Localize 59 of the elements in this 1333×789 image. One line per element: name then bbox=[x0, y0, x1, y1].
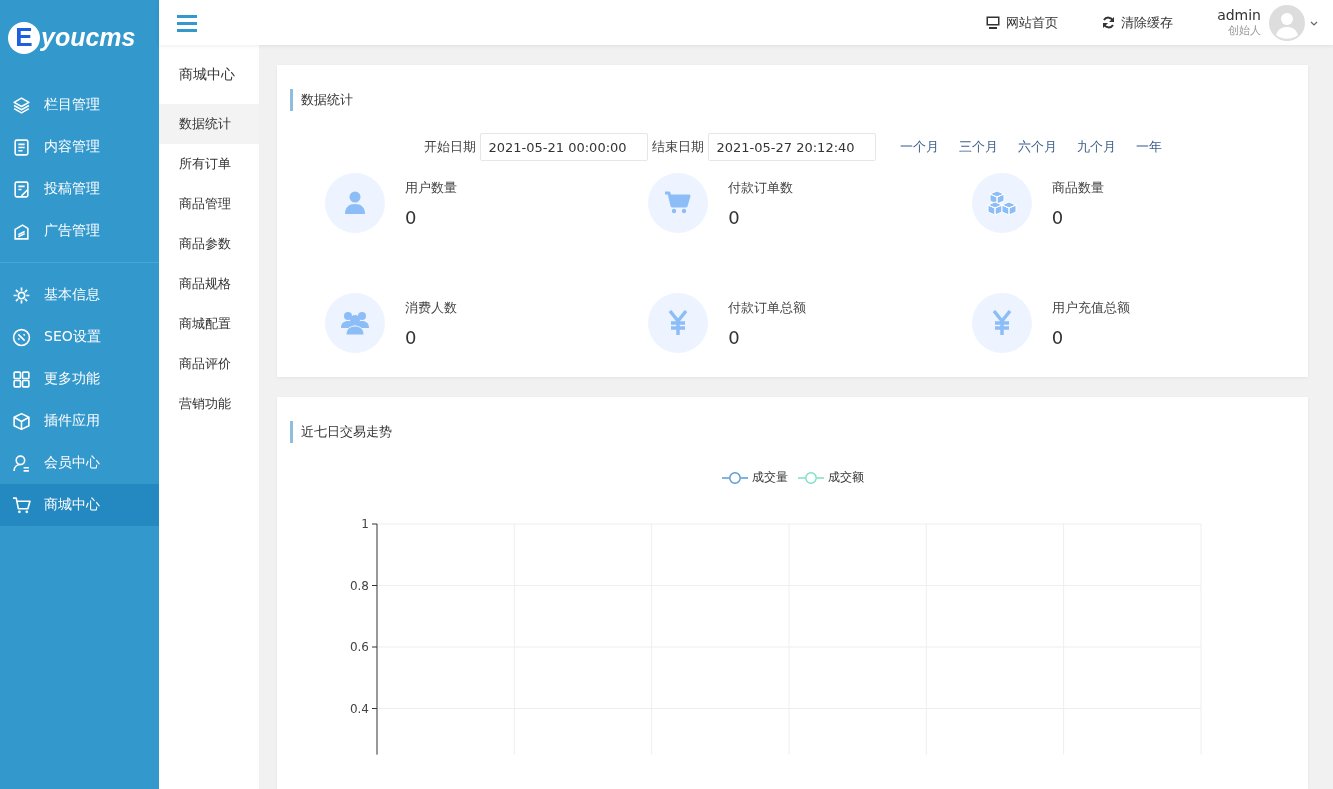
range-link[interactable]: 一个月 bbox=[899, 138, 939, 156]
stat-value: 0 bbox=[1051, 327, 1065, 348]
legend-label[interactable]: 成交额 bbox=[827, 469, 864, 486]
user-icon bbox=[12, 453, 31, 473]
card-title: 近七日交易走势 bbox=[290, 421, 1295, 443]
sidebar-item[interactable]: 商城中心 bbox=[0, 484, 159, 526]
grid-icon bbox=[12, 369, 31, 389]
logo-text: youcms bbox=[41, 23, 136, 52]
axis-tick-label: 0.8 bbox=[349, 578, 369, 593]
stat-value: 0 bbox=[405, 207, 418, 228]
submenu-item[interactable]: 商品参数 bbox=[159, 224, 259, 264]
card-title: 数据统计 bbox=[290, 89, 1295, 111]
axis-tick-label: 1 bbox=[361, 517, 369, 531]
stat-label: 消费人数 bbox=[405, 299, 457, 317]
cube-icon bbox=[12, 411, 31, 431]
user-name: admin bbox=[1217, 7, 1261, 23]
field-label: 开始日期 bbox=[423, 138, 476, 156]
submenu-item[interactable]: 数据统计 bbox=[159, 104, 259, 144]
submenu-item[interactable]: 商品评价 bbox=[159, 344, 259, 384]
end-date-field[interactable]: 2021-05-27 20:12:40 bbox=[707, 133, 876, 161]
stat-value: 0 bbox=[1051, 207, 1065, 228]
document-icon bbox=[12, 137, 31, 157]
stat-label: 付款订单总额 bbox=[728, 299, 807, 317]
range-link[interactable]: 一年 bbox=[1135, 138, 1162, 156]
clear-cache-link[interactable]: 清除缓存 bbox=[1102, 13, 1174, 32]
submenu-item[interactable]: 营销功能 bbox=[159, 384, 259, 424]
stat-label: 付款订单数 bbox=[728, 179, 794, 197]
cart-icon bbox=[12, 495, 31, 515]
submenu-title: 商城中心 bbox=[178, 65, 236, 84]
submenu-item[interactable]: 商品管理 bbox=[159, 184, 259, 224]
axis-tick-label: 0.6 bbox=[349, 640, 369, 654]
submenu-item[interactable]: 商品规格 bbox=[159, 264, 259, 304]
home-link[interactable]: 网站首页 bbox=[986, 13, 1059, 32]
field-label: 结束日期 bbox=[651, 138, 704, 156]
layers-icon bbox=[12, 95, 31, 115]
menu-icon[interactable] bbox=[177, 13, 197, 32]
range-link[interactable]: 六个月 bbox=[1017, 138, 1057, 156]
stat-value: 0 bbox=[405, 327, 418, 348]
stat-label: 用户数量 bbox=[405, 179, 457, 197]
legend-label[interactable]: 成交量 bbox=[751, 469, 788, 486]
user-role: 创始人 bbox=[1228, 23, 1261, 38]
stat-label: 用户充值总额 bbox=[1051, 299, 1130, 317]
settings-icon bbox=[12, 285, 31, 305]
axis-tick-label: 0.4 bbox=[349, 701, 369, 716]
legend-line-icon bbox=[721, 470, 748, 485]
card-icon bbox=[12, 221, 31, 241]
submenu-item[interactable]: 所有订单 bbox=[159, 144, 259, 184]
edit-document-icon bbox=[12, 179, 31, 199]
logo-letter: E bbox=[8, 21, 40, 54]
start-date-field[interactable]: 2021-05-21 00:00:00 bbox=[479, 133, 648, 161]
stat-label: 商品数量 bbox=[1051, 179, 1104, 197]
submenu-item[interactable]: 商城配置 bbox=[159, 304, 259, 344]
monitor-icon bbox=[986, 16, 1001, 29]
legend-line-icon bbox=[797, 470, 824, 485]
range-link[interactable]: 三个月 bbox=[958, 138, 998, 156]
refresh-icon bbox=[1102, 16, 1116, 29]
range-link[interactable]: 九个月 bbox=[1076, 138, 1116, 156]
stat-value: 0 bbox=[728, 327, 741, 348]
stat-value: 0 bbox=[728, 207, 741, 228]
